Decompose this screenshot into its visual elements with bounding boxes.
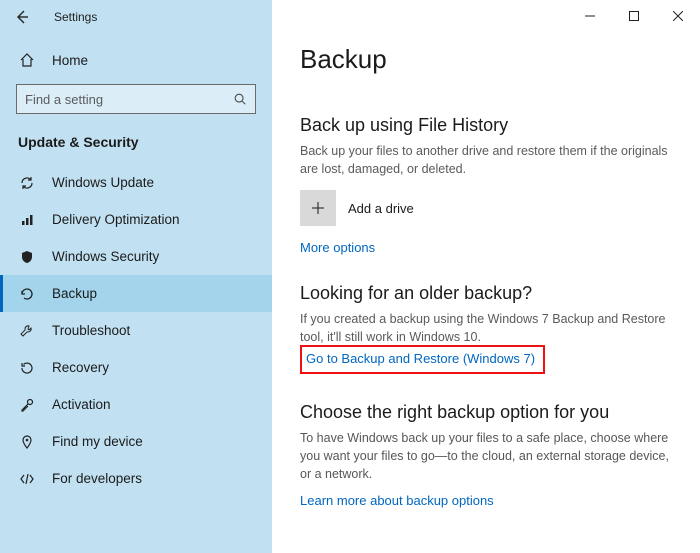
content-pane: Backup Back up using File History Back u… [272,0,700,553]
maximize-button[interactable] [612,0,656,32]
shield-icon [18,249,36,265]
add-drive-button[interactable]: Add a drive [300,190,678,226]
sidebar-section-header: Update & Security [0,128,272,164]
optimization-icon [18,212,36,228]
sync-icon [18,175,36,191]
code-icon [18,471,36,487]
learn-more-link[interactable]: Learn more about backup options [300,493,678,508]
sidebar-item-find-my-device[interactable]: Find my device [0,423,272,460]
back-button[interactable] [14,9,30,25]
sidebar-item-delivery-optimization[interactable]: Delivery Optimization [0,201,272,238]
sidebar-item-label: Windows Security [52,249,159,264]
sidebar-item-label: Recovery [52,360,109,375]
highlight-annotation: Go to Backup and Restore (Windows 7) [300,345,545,374]
choose-option-description: To have Windows back up your files to a … [300,429,678,483]
window-controls [568,0,700,32]
sidebar-item-backup[interactable]: Backup [0,275,272,312]
recovery-icon [18,360,36,376]
sidebar-item-label: For developers [52,471,142,486]
sidebar-item-label: Troubleshoot [52,323,130,338]
sidebar-item-activation[interactable]: Activation [0,386,272,423]
search-input[interactable] [25,92,214,107]
older-backup-description: If you created a backup using the Window… [300,310,678,346]
sidebar-item-label: Activation [52,397,111,412]
sidebar-item-label: Windows Update [52,175,154,190]
home-icon [18,52,36,68]
close-button[interactable] [656,0,700,32]
sidebar-item-windows-security[interactable]: Windows Security [0,238,272,275]
titlebar-left: Settings [0,0,272,34]
older-backup-heading: Looking for an older backup? [300,283,678,304]
file-history-heading: Back up using File History [300,115,678,136]
sidebar-item-label: Delivery Optimization [52,212,180,227]
plus-icon [300,190,336,226]
sidebar-item-label: Home [52,53,88,68]
sidebar-item-troubleshoot[interactable]: Troubleshoot [0,312,272,349]
choose-option-heading: Choose the right backup option for you [300,402,678,423]
add-drive-label: Add a drive [348,201,414,216]
file-history-description: Back up your files to another drive and … [300,142,678,178]
sidebar-item-recovery[interactable]: Recovery [0,349,272,386]
search-icon [233,92,247,106]
window-title: Settings [54,10,97,24]
sidebar-item-home[interactable]: Home [0,42,272,78]
wrench-icon [18,323,36,339]
backup-restore-win7-link[interactable]: Go to Backup and Restore (Windows 7) [306,351,535,366]
sidebar-item-label: Backup [52,286,97,301]
key-icon [18,397,36,413]
sidebar-item-label: Find my device [52,434,143,449]
minimize-button[interactable] [568,0,612,32]
search-input-container[interactable] [16,84,256,114]
sidebar-nav: Windows Update Delivery Optimization Win… [0,164,272,497]
sidebar-item-windows-update[interactable]: Windows Update [0,164,272,201]
page-title: Backup [300,44,678,75]
sidebar: Settings Home Update & Security Windows … [0,0,272,553]
more-options-link[interactable]: More options [300,240,678,255]
backup-icon [18,286,36,302]
sidebar-item-for-developers[interactable]: For developers [0,460,272,497]
location-icon [18,434,36,450]
